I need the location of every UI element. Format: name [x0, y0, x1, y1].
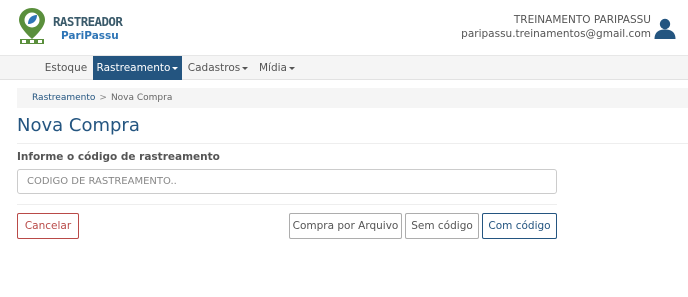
- brand-subtitle: PariPassu: [61, 30, 119, 42]
- tracking-code-input[interactable]: [17, 169, 557, 194]
- user-email[interactable]: paripassu.treinamentos@gmail.com: [461, 28, 651, 40]
- without-code-button[interactable]: Sem código: [405, 213, 479, 239]
- caret-down-icon: [289, 66, 295, 70]
- nav-item-estoque[interactable]: Estoque: [39, 56, 93, 80]
- main-nav: Estoque Rastreamento Cadastros Mídia: [0, 55, 688, 80]
- user-name[interactable]: TREINAMENTO PARIPASSU: [514, 14, 651, 26]
- page-title: Nova Compra: [17, 115, 140, 136]
- app-header: RASTREADOR PariPassu TREINAMENTO PARIPAS…: [0, 0, 688, 55]
- brand-logo[interactable]: RASTREADOR PariPassu: [18, 8, 123, 48]
- caret-down-icon: [242, 66, 249, 70]
- breadcrumb-current: Nova Compra: [110, 93, 173, 103]
- with-code-button[interactable]: Com código: [482, 213, 557, 239]
- nav-item-cadastros[interactable]: Cadastros: [184, 56, 252, 80]
- nav-item-label: Mídia: [259, 62, 287, 74]
- form-divider: [17, 204, 557, 205]
- user-icon[interactable]: [654, 17, 676, 43]
- nav-item-label: Cadastros: [187, 62, 241, 74]
- tracking-code-label: Informe o código de rastreamento: [17, 151, 220, 163]
- breadcrumb-link-rastreamento[interactable]: Rastreamento: [32, 93, 95, 103]
- breadcrumb: Rastreamento > Nova Compra: [17, 88, 688, 108]
- brand-title: RASTREADOR: [53, 14, 123, 29]
- nav-item-midia[interactable]: Mídia: [254, 56, 300, 80]
- breadcrumb-separator: >: [99, 93, 107, 103]
- caret-down-icon: [172, 66, 179, 70]
- title-divider: [17, 143, 688, 144]
- nav-item-rastreamento[interactable]: Rastreamento: [93, 56, 182, 80]
- purchase-by-file-button[interactable]: Compra por Arquivo: [289, 213, 402, 239]
- nav-item-label: Rastreamento: [96, 62, 171, 74]
- nav-item-label: Estoque: [44, 62, 88, 74]
- cancel-button[interactable]: Cancelar: [17, 213, 79, 239]
